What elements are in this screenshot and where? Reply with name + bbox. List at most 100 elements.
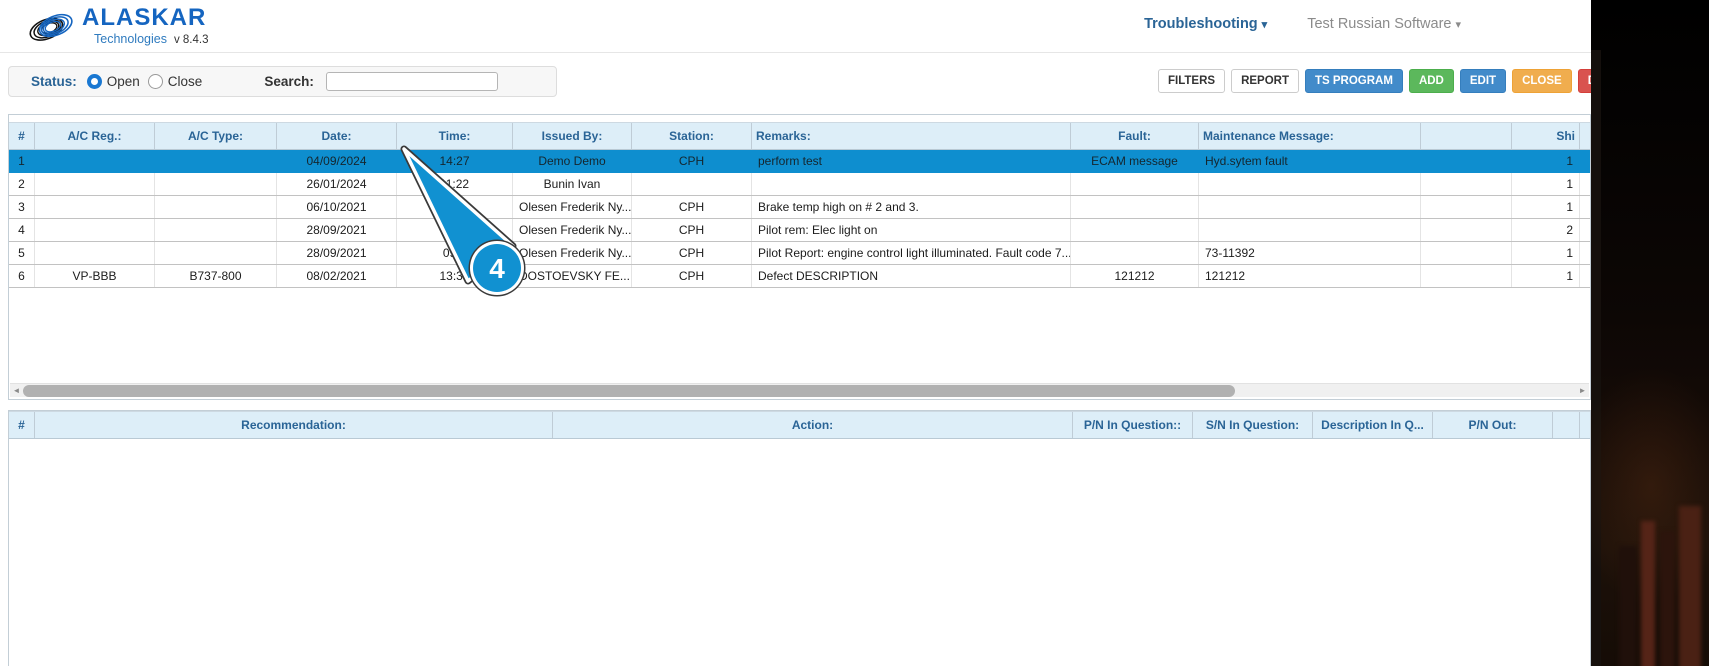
table-cell: Olesen Frederik Ny... <box>513 196 632 218</box>
table-cell: 4 <box>9 219 35 241</box>
column-header: P/N In Question:: <box>1073 412 1193 438</box>
table-row[interactable]: 2 26/01/2024 11:22 Bunin Ivan 1 <box>9 173 1590 196</box>
column-header: Maintenance Message: <box>1199 123 1421 149</box>
table-cell: CPH <box>632 265 752 287</box>
ts-program-button[interactable]: TS PROGRAM <box>1304 69 1403 93</box>
table-cell: 28/09/2021 <box>277 219 397 241</box>
add-button[interactable]: ADD <box>1408 69 1454 93</box>
brand-name: ALASKAR <box>82 4 207 31</box>
table-cell <box>1421 150 1512 172</box>
troubleshooting-table: # A/C Reg.: A/C Type: Date: Time: Issued By: S… <box>8 114 1591 400</box>
close-button[interactable]: CLOSE <box>1512 69 1572 93</box>
column-header: Date: <box>277 123 397 149</box>
table-cell: 3 <box>9 196 35 218</box>
nav-troubleshooting-label: Troubleshooting <box>1144 16 1258 32</box>
column-header: Remarks: <box>752 123 1071 149</box>
table-row[interactable]: 6 VP-BBB B737-800 08/02/2021 13:37 DOSTOEVSKY… <box>9 265 1590 288</box>
column-header <box>1421 123 1512 149</box>
table-cell: Olesen Frederik Ny... <box>513 242 632 264</box>
table-cell: CPH <box>632 242 752 264</box>
table-cell: 121212 <box>1071 265 1199 287</box>
table-cell: 28/09/2021 <box>277 242 397 264</box>
nav-user-label: Test Russian Software <box>1307 16 1452 32</box>
table-cell <box>1071 242 1199 264</box>
horizontal-scrollbar[interactable]: ◄ ► <box>10 383 1589 397</box>
top-bar: ALASKAR Technologies v 8.4.3 Troubleshoo… <box>0 0 1591 53</box>
column-header: Description In Q... <box>1313 412 1433 438</box>
table-header-row: # Recommendation: Action: P/N In Question::… <box>9 411 1590 439</box>
column-header: P/N Out: <box>1433 412 1553 438</box>
table-cell <box>35 219 155 241</box>
table-cell: CPH <box>632 196 752 218</box>
chevron-down-icon: ▾ <box>1261 19 1268 31</box>
table-cell <box>1421 265 1512 287</box>
report-button[interactable]: REPORT <box>1231 69 1299 93</box>
table-cell: 04/09/2024 <box>306 154 367 168</box>
logo-swoosh-icon <box>29 13 73 41</box>
brand-subtitle: Technologies <box>94 32 167 46</box>
nav-user-menu[interactable]: Test Russian Software ▾ <box>1307 16 1461 32</box>
column-header: Issued By: <box>513 123 632 149</box>
table-cell: 1 <box>1512 265 1580 287</box>
table-cell <box>1071 196 1199 218</box>
status-label: Status: <box>31 74 77 89</box>
table-row[interactable]: 4 28/09/2021 Olesen Frederik Ny... CPH Pilot… <box>9 219 1590 242</box>
table-cell: 121212 <box>1199 265 1421 287</box>
edit-button[interactable]: EDIT <box>1459 69 1507 93</box>
status-filter-bar: Status: Open Close Search: <box>8 66 557 97</box>
status-close-radio[interactable] <box>147 74 163 89</box>
scrollbar-thumb[interactable] <box>23 385 1235 397</box>
table-cell: 1 <box>1566 154 1573 168</box>
table-cell <box>155 196 277 218</box>
table-cell <box>35 150 155 172</box>
column-header: Time: <box>397 123 513 149</box>
scroll-left-icon[interactable]: ◄ <box>10 384 23 397</box>
table-cell <box>1071 173 1199 195</box>
filters-button[interactable]: FILTERS <box>1158 69 1226 93</box>
table-cell: 11:22 <box>397 173 513 195</box>
table-cell <box>1421 196 1512 218</box>
table-row[interactable]: 1 04/09/2024 14:27 Demo Demo CPH perform test… <box>9 150 1590 173</box>
column-header: A/C Reg.: <box>35 123 155 149</box>
table-row[interactable]: 5 28/09/2021 09:3 Olesen Frederik Ny... CPH P… <box>9 242 1590 265</box>
column-header: # <box>9 123 35 149</box>
app-version: v 8.4.3 <box>173 34 209 46</box>
table-cell <box>1199 219 1421 241</box>
table-cell <box>1071 219 1199 241</box>
table-cell: Bunin Ivan <box>513 173 632 195</box>
status-close-label: Close <box>167 74 203 89</box>
column-header: Recommendation: <box>35 412 553 438</box>
recommendation-table: # Recommendation: Action: P/N In Question::… <box>8 410 1591 666</box>
table-cell <box>155 173 277 195</box>
table-cell: 73-11392 <box>1199 242 1421 264</box>
brand-logo: ALASKAR Technologies v 8.4.3 <box>26 6 209 48</box>
search-input[interactable] <box>325 72 498 91</box>
table-cell <box>632 173 752 195</box>
table-cell: 2 <box>9 173 35 195</box>
search-label: Search: <box>264 74 314 89</box>
column-header: S/N In Question: <box>1193 412 1313 438</box>
column-header: # <box>9 412 35 438</box>
column-header: Fault: <box>1071 123 1199 149</box>
table-cell: 1 <box>1512 196 1580 218</box>
table-cell <box>155 150 277 172</box>
nav-troubleshooting-menu[interactable]: Troubleshooting ▾ <box>1144 16 1267 32</box>
column-header <box>1553 412 1580 438</box>
column-header: Action: <box>553 412 1073 438</box>
table-cell: ECAM message <box>1091 154 1178 168</box>
column-header: A/C Type: <box>155 123 277 149</box>
table-cell <box>397 219 513 241</box>
table-cell: 1 <box>1512 242 1580 264</box>
table-cell: perform test <box>758 154 823 168</box>
table-cell: 13:37 <box>397 265 513 287</box>
table-cell <box>35 242 155 264</box>
table-row[interactable]: 3 06/10/2021 59 Olesen Frederik Ny... CPH Bra… <box>9 196 1590 219</box>
scroll-right-icon[interactable]: ► <box>1576 384 1589 397</box>
table-cell: 06/10/2021 <box>277 196 397 218</box>
table-cell: DOSTOEVSKY FE... <box>513 265 632 287</box>
table-cell: 1 <box>18 154 25 168</box>
desktop-background <box>1591 0 1709 666</box>
status-open-radio[interactable] <box>86 74 102 89</box>
table-cell: Hyd.sytem fault <box>1205 154 1288 168</box>
table-cell: CPH <box>632 219 752 241</box>
